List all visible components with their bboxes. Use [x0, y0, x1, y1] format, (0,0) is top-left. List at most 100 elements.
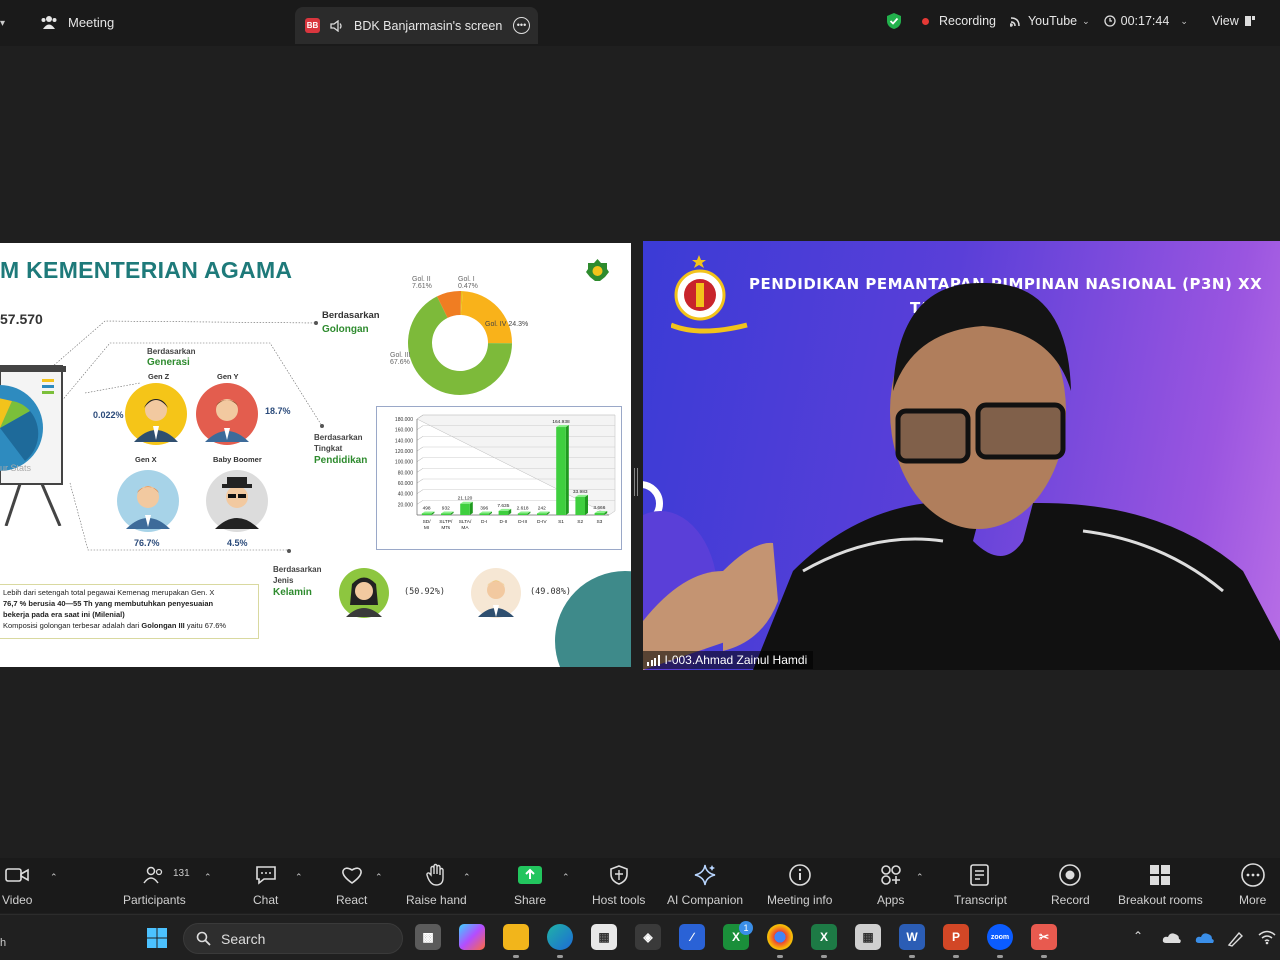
bar-slta-ma	[460, 503, 470, 515]
calculator-icon[interactable]: ▦	[855, 924, 881, 950]
chat-button[interactable]: Chat	[253, 858, 278, 907]
raise-hand-options-caret-icon[interactable]: ⌃	[463, 872, 471, 883]
bar-d-i	[479, 513, 489, 515]
zoom-running-indicator	[997, 955, 1003, 958]
presenter-initials-badge: BB	[305, 18, 320, 33]
boomer-avatar	[206, 470, 268, 532]
microsoft-store-icon[interactable]: ▦	[591, 924, 617, 950]
screen-options-icon[interactable]: •••	[513, 17, 530, 34]
task-view-icon[interactable]: ▩	[415, 924, 441, 950]
wifi-icon[interactable]	[1258, 930, 1276, 945]
timer-chevron-down-icon[interactable]: ⌄	[1180, 16, 1188, 27]
more-button[interactable]: More	[1239, 858, 1266, 907]
participants-count: 131	[173, 868, 190, 879]
encryption-shield-icon[interactable]	[886, 12, 902, 30]
copilot-icon[interactable]	[459, 924, 485, 950]
share-screen-icon	[518, 866, 543, 884]
windows-start-icon[interactable]	[146, 927, 168, 949]
meeting-controls-toolbar: Video ⌃ Participants 131 ⌃ Chat ⌃ React …	[0, 858, 1280, 913]
bar-d-ii	[498, 510, 509, 515]
view-layout-icon	[1244, 16, 1255, 26]
onedrive-personal-icon[interactable]	[1162, 931, 1182, 944]
chrome-browser-icon[interactable]	[767, 924, 793, 950]
breakout-rooms-icon	[1150, 865, 1171, 885]
video-options-caret-icon[interactable]: ⌃	[50, 872, 58, 883]
transcript-button-label: Transcript	[954, 893, 1007, 907]
security-app-icon[interactable]: ◈	[635, 924, 661, 950]
chart-y-tick-label: 120.000	[395, 449, 413, 455]
shared-screen-tab[interactable]: BB BDK Banjarmasin's screen •••	[295, 7, 538, 44]
note-line-4c: yaitu 67.6%	[184, 620, 227, 630]
pendidikan-chart-frame: 20.000 40.000 60.000 80.000 100.000 120.000 14…	[376, 406, 622, 550]
word-icon[interactable]: W	[899, 924, 925, 950]
pie-label-gol1: Gol. I 0.47%	[458, 276, 478, 291]
bar-category-label: D-II	[500, 519, 508, 525]
edge-browser-icon[interactable]	[547, 924, 573, 950]
bar-side	[565, 425, 569, 515]
meeting-menu[interactable]: Meeting	[40, 14, 114, 30]
participant-video-tile[interactable]: PENDIDIKAN PEMANTAPAN PIMPINAN NASIONAL …	[643, 241, 1280, 670]
bar-category-label: D-IV	[537, 519, 547, 525]
breakout-rooms-button[interactable]: Breakout rooms	[1118, 858, 1203, 907]
record-button[interactable]: Record	[1051, 858, 1090, 907]
bar-sltp-mts	[441, 513, 451, 515]
share-options-caret-icon[interactable]: ⌃	[562, 872, 570, 883]
powerpoint-running-indicator	[953, 955, 959, 958]
react-button[interactable]: React	[336, 858, 367, 907]
windows-taskbar: h Search ▩ ▦ ◈ ∕ X 1 X ▦ W P zoom ✂ ⌃	[0, 914, 1280, 960]
participants-options-caret-icon[interactable]: ⌃	[204, 872, 212, 883]
meeting-timer[interactable]: 00:17:44 ⌄	[1104, 14, 1188, 28]
apps-options-caret-icon[interactable]: ⌃	[916, 872, 924, 883]
taskbar-search-box[interactable]: Search	[183, 923, 403, 954]
meeting-info-button[interactable]: Meeting info	[767, 858, 832, 907]
pie-label-gol3-name: Gol. III	[390, 352, 411, 359]
excel-icon[interactable]: X	[811, 924, 837, 950]
bar-category-label: S3	[596, 519, 602, 525]
bar-value-label: 242	[538, 506, 546, 512]
more-button-label: More	[1239, 893, 1267, 907]
host-shield-icon	[609, 865, 628, 885]
raise-hand-button[interactable]: Raise hand	[406, 858, 467, 907]
view-menu[interactable]: View	[1212, 14, 1256, 28]
view-label: View	[1211, 14, 1239, 28]
youtube-livestream-indicator[interactable]: YouTube ⌄	[1009, 14, 1090, 28]
recording-indicator[interactable]: Recording	[922, 14, 996, 28]
persona-genz-label: Gen Z	[148, 372, 170, 381]
snipping-tool-icon[interactable]: ✂	[1031, 924, 1057, 950]
geny-percentage: 18.7%	[265, 406, 291, 416]
bar-value-label: 396	[480, 506, 488, 512]
bar-value-label: 932	[442, 506, 450, 512]
pen-input-icon[interactable]	[1227, 929, 1247, 947]
record-button-label: Record	[1051, 893, 1090, 907]
speaker-icon	[330, 19, 342, 32]
host-tools-button[interactable]: Host tools	[592, 858, 645, 907]
view-splitter-handle[interactable]	[634, 468, 638, 496]
chart-gridline-slant	[416, 425, 424, 430]
share-button[interactable]: Share	[514, 858, 546, 907]
youtube-chevron-down-icon[interactable]: ⌄	[1082, 16, 1090, 27]
transcript-button[interactable]: Transcript	[954, 858, 1007, 907]
bar-value-label: 33.983	[573, 489, 588, 495]
collapse-caret-icon[interactable]: ▾	[0, 18, 5, 29]
search-icon	[196, 931, 211, 946]
participants-button[interactable]: Participants	[123, 858, 186, 907]
note-line-2: 76,7 % berusia 40—55 Th yang membutuhkan…	[3, 598, 214, 608]
react-options-caret-icon[interactable]: ⌃	[375, 872, 383, 883]
participants-button-label: Participants	[123, 893, 186, 907]
onedrive-business-icon[interactable]	[1195, 931, 1215, 944]
chart-gridline-slant	[416, 489, 424, 494]
chat-options-caret-icon[interactable]: ⌃	[295, 872, 303, 883]
genz-avatar	[125, 383, 187, 445]
sketch-app-icon[interactable]: ∕	[679, 924, 705, 950]
powerpoint-icon[interactable]: P	[943, 924, 969, 950]
bar-s3	[594, 513, 605, 515]
zoom-app-icon[interactable]: zoom	[987, 924, 1013, 950]
video-button[interactable]: Video	[2, 858, 32, 907]
shared-screen-label: BDK Banjarmasin's screen	[354, 18, 503, 33]
geny-avatar	[196, 383, 258, 445]
ai-companion-button[interactable]: AI Companion	[667, 858, 743, 907]
file-explorer-icon[interactable]	[503, 924, 529, 950]
apps-button[interactable]: Apps	[877, 858, 904, 907]
tray-overflow-chevron-icon[interactable]: ⌃	[1133, 929, 1143, 943]
chart-gridline-slant	[416, 457, 424, 462]
